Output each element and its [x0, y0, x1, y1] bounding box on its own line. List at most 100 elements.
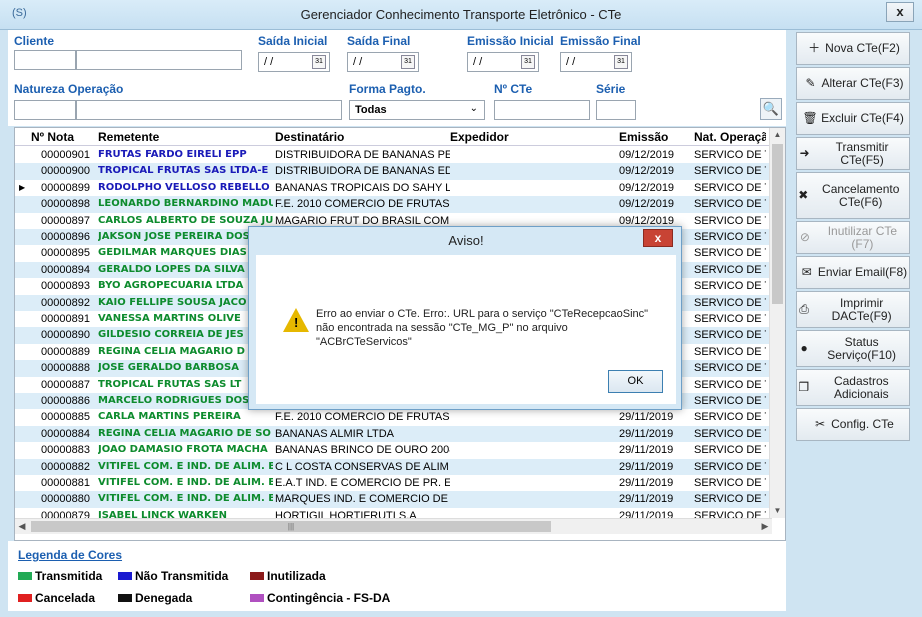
cell-rem: VITIFEL COM. E IND. DE ALIM. E — [98, 493, 273, 505]
cell-nota: 00000886 — [41, 395, 90, 407]
trash-icon: 🗑 — [802, 111, 818, 125]
emissao-final-date[interactable]: / / 31 — [560, 52, 632, 72]
sidebar-button-label: Enviar Email(F8) — [817, 265, 908, 279]
cell-nota: 00000892 — [41, 296, 90, 309]
table-row[interactable]: ▶ 00000899 RODOLPHO VELLOSO REBELLO I BANAN… — [15, 180, 777, 196]
cell-rem: BYO AGROPECUÁRIA LTDA — [98, 280, 244, 292]
search-button[interactable]: 🔍 — [760, 98, 782, 120]
sidebar-button-trash[interactable]: 🗑 Excluir CTe(F4) — [796, 102, 910, 135]
cliente-name-input[interactable] — [76, 50, 242, 70]
col-header-nat-operacao[interactable]: Nat. Operação — [694, 130, 766, 144]
table-row[interactable]: 00000880 VITIFEL COM. E IND. DE ALIM. E MA… — [15, 491, 777, 508]
legend-swatch — [118, 594, 132, 602]
sidebar-button-cancel[interactable]: ✖ Cancelamento CTe(F6) — [796, 172, 910, 219]
calendar-icon[interactable]: 31 — [312, 55, 326, 69]
legend-swatch — [18, 594, 32, 602]
cell-nota: 00000893 — [41, 280, 90, 293]
sidebar-button-new-doc[interactable]: ＋ Nova CTe(F2) — [796, 32, 910, 65]
window-close-button[interactable]: x — [886, 2, 914, 22]
serie-input[interactable] — [596, 100, 636, 120]
dialog-body: ! Erro ao enviar o CTe. Erro:. URL para … — [256, 255, 676, 404]
pencil-icon: ✎ — [805, 76, 816, 90]
table-row[interactable]: 00000884 REGINA CELIA MAGARIO DE SO BANANA… — [15, 425, 777, 443]
col-header-expedidor[interactable]: Expedidor — [450, 130, 615, 144]
legend-label: Cancelada — [35, 591, 96, 605]
table-row[interactable]: 00000900 TROPICAL FRUTAS SAS LTDA-E DISTRI… — [15, 163, 777, 180]
col-header-remetente[interactable]: Remetente — [98, 130, 273, 144]
cell-nota: 00000884 — [41, 427, 90, 440]
cell-nota: 00000900 — [41, 165, 90, 178]
forma-pagto-select[interactable]: Todas ⌄ — [349, 100, 485, 120]
table-row[interactable]: 00000881 VITIFEL COM. E IND. DE ALIM. E E.… — [15, 475, 777, 491]
calendar-icon[interactable]: 31 — [521, 55, 535, 69]
dialog-message: Erro ao enviar o CTe. Erro:. URL para o … — [316, 308, 649, 348]
cell-nat: SERVICO DE TR — [694, 231, 766, 243]
sidebar-button-label: Cadastros Adicionais — [833, 373, 889, 401]
scroll-thumb-h[interactable]: ||| — [31, 521, 551, 532]
scroll-left-icon[interactable]: ◀ — [15, 519, 29, 534]
cliente-code-input[interactable] — [14, 50, 76, 70]
sidebar-button-status[interactable]: ● Status Serviço(F10) — [796, 330, 910, 367]
natureza-code-input[interactable] — [14, 100, 76, 120]
cell-emissao: 29/11/2019 — [619, 477, 674, 489]
col-header-destinatario[interactable]: Destinatário — [275, 130, 450, 144]
sidebar-button-email[interactable]: ✉ Enviar Email(F8) — [796, 256, 910, 289]
vertical-scrollbar[interactable]: ▲ ▼ — [769, 128, 785, 518]
cell-emissao: 09/12/2019 — [619, 181, 675, 194]
cell-rem: RODOLPHO VELLOSO REBELLO I — [98, 181, 273, 193]
cell-nat: SERVICO DE TR — [694, 296, 766, 309]
scroll-up-icon[interactable]: ▲ — [770, 128, 785, 142]
sidebar-button-tools[interactable]: ✂ Config. CTe — [796, 408, 910, 441]
cell-rem: MARCELO RODRIGUES DOS — [98, 395, 250, 406]
transmit-icon: ➜ — [799, 146, 810, 160]
date-value: / / — [473, 56, 483, 68]
table-row[interactable]: 00000882 VITIFEL COM. E IND. DE ALIM. EC … — [15, 458, 777, 475]
sidebar-button-transmit[interactable]: ➜ Transmitir CTe(F5) — [796, 137, 910, 170]
calendar-icon[interactable]: 31 — [614, 55, 628, 69]
cell-nat: SERVICO DE TR — [694, 263, 766, 276]
cell-emissao: 09/12/2019 — [619, 214, 675, 227]
cell-nat: SERVICO DE TR — [694, 313, 766, 325]
cliente-label: Cliente — [14, 34, 55, 48]
ncte-label: Nº CTe — [494, 82, 533, 96]
dialog-close-button[interactable]: x — [643, 229, 673, 247]
sidebar-button-registry[interactable]: ❐ Cadastros Adicionais — [796, 369, 910, 406]
col-header-nota[interactable]: Nº Nota — [31, 130, 96, 144]
date-value: / / — [353, 56, 363, 68]
sidebar-button-void[interactable]: ⊘ Inutilizar CTe (F7) — [796, 221, 910, 254]
cell-nota: 00000885 — [41, 411, 90, 424]
table-row[interactable]: 00000885 CARLA MARTINS PEREIRA F.E. 2010 C… — [15, 409, 777, 425]
scroll-right-icon[interactable]: ▶ — [758, 519, 772, 534]
ok-button[interactable]: OK — [608, 370, 663, 393]
saida-inicial-date[interactable]: / / 31 — [258, 52, 330, 72]
cell-nat: SERVICO DE TR — [694, 181, 766, 194]
scroll-down-icon[interactable]: ▼ — [770, 504, 785, 518]
cell-rem: KAIO FELLIPE SOUSA JACO — [98, 296, 247, 308]
legend-title[interactable]: Legenda de Cores — [18, 548, 122, 562]
cell-emissao: 09/12/2019 — [619, 198, 675, 211]
table-row[interactable]: 00000901 FRUTAS FARDO EIRELI EPP DISTRIBUI… — [15, 147, 777, 163]
cell-nota: 00000896 — [41, 231, 90, 243]
emissao-inicial-date[interactable]: / / 31 — [467, 52, 539, 72]
ncte-input[interactable] — [494, 100, 590, 120]
col-header-emissao[interactable]: Emissão — [619, 130, 691, 144]
forma-pagto-label: Forma Pagto. — [349, 82, 426, 96]
search-icon: 🔍 — [762, 101, 780, 116]
sidebar-button-label: Config. CTe — [831, 417, 894, 431]
cell-nat: SERVICO DE TR — [694, 149, 766, 161]
table-row[interactable]: 00000883 JOAO DAMASIO FROTA MACHA BANANAS … — [15, 442, 777, 458]
natureza-name-input[interactable] — [76, 100, 342, 120]
sidebar-button-pencil[interactable]: ✎ Alterar CTe(F3) — [796, 67, 910, 100]
horizontal-scrollbar[interactable]: ◀ ||| ▶ — [15, 518, 772, 534]
scroll-thumb[interactable] — [772, 144, 783, 304]
legend-label: Não Transmitida — [135, 569, 229, 583]
sidebar-button-label: Nova CTe(F2) — [825, 41, 900, 55]
calendar-icon[interactable]: 31 — [401, 55, 415, 69]
cell-emissao: 09/12/2019 — [619, 165, 675, 178]
legend-label: Inutilizada — [267, 569, 326, 583]
cell-nat: SERVICO DE TR — [694, 345, 766, 358]
saida-final-date[interactable]: / / 31 — [347, 52, 419, 72]
sidebar-button-printer[interactable]: ⎙ Imprimir DACTe(F9) — [796, 291, 910, 328]
table-row[interactable]: 00000898 LEONARDO BERNARDINO MADU F.E. 201… — [15, 196, 777, 213]
sidebar-button-label: Imprimir DACTe(F9) — [831, 295, 892, 323]
